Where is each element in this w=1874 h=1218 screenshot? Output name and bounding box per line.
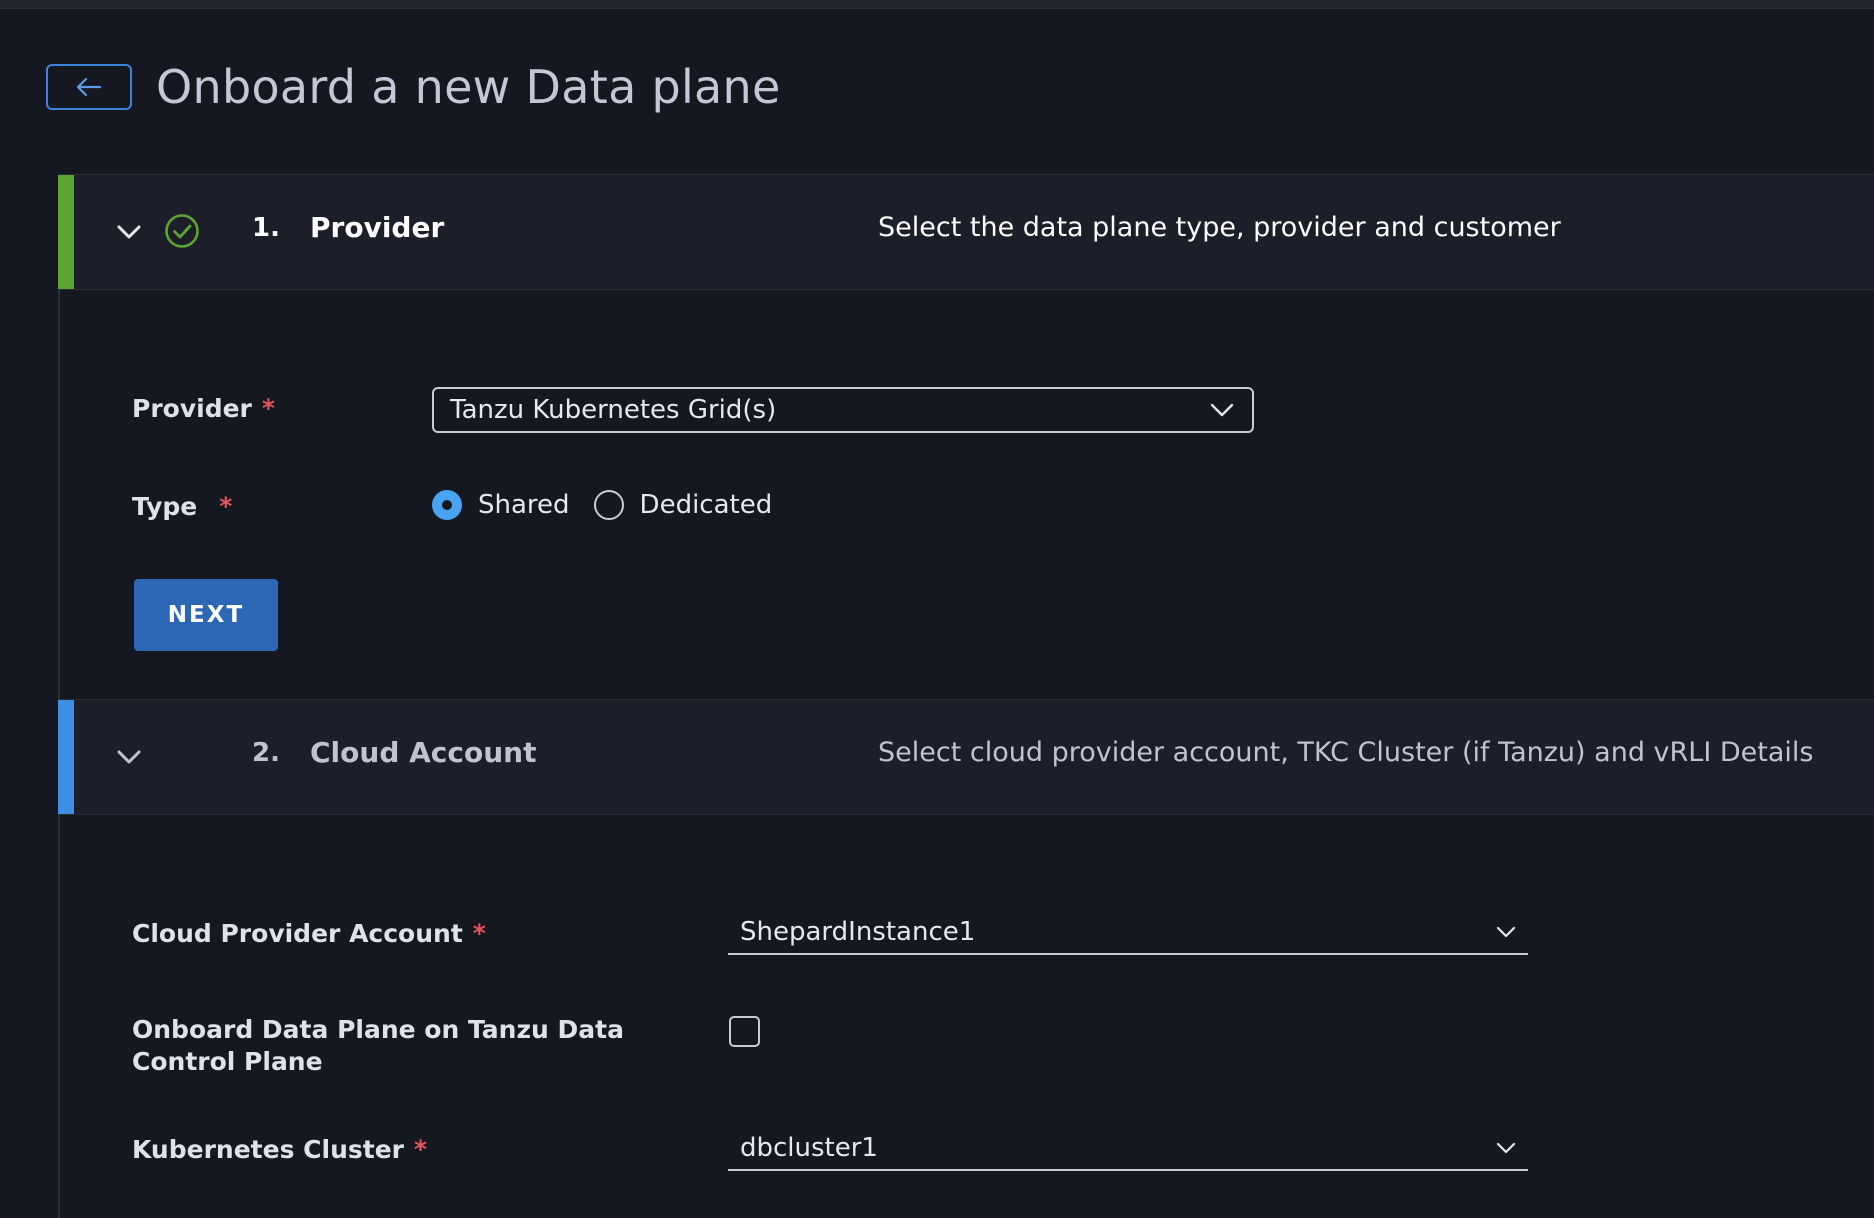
required-mark: * — [261, 394, 275, 423]
page: Onboard a new Data plane 1. Provider Sel… — [0, 0, 1874, 1218]
cloud-provider-account-label: Cloud Provider Account * — [132, 919, 486, 948]
radio-dedicated[interactable] — [593, 490, 624, 520]
chevron-down-icon — [1496, 1142, 1516, 1154]
chevron-down-icon — [1496, 926, 1516, 938]
cloud-provider-account-value: ShepardInstance1 — [740, 917, 976, 947]
kubernetes-cluster-select[interactable]: dbcluster1 — [728, 1127, 1528, 1171]
provider-select[interactable]: Tanzu Kubernetes Grid(s) — [432, 387, 1254, 433]
required-mark: * — [414, 1135, 428, 1164]
step-number: 1. — [252, 213, 280, 243]
kubernetes-cluster-label: Kubernetes Cluster * — [132, 1135, 428, 1164]
step-status-bar — [58, 175, 74, 289]
type-label: Type * — [132, 492, 233, 521]
step-header-cloud-account[interactable]: 2. Cloud Account Select cloud provider a… — [58, 699, 1874, 815]
step-header-provider[interactable]: 1. Provider Select the data plane type, … — [58, 174, 1874, 290]
onboard-tanzu-label: Onboard Data Plane on Tanzu Data Control… — [132, 1015, 624, 1076]
onboard-tanzu-checkbox[interactable] — [729, 1016, 760, 1047]
step-status-bar — [58, 700, 74, 814]
step-description: Select cloud provider account, TKC Clust… — [878, 737, 1814, 768]
next-button[interactable]: NEXT — [134, 579, 278, 651]
chevron-down-icon — [1210, 403, 1234, 417]
radio-shared[interactable] — [432, 490, 462, 520]
provider-select-value: Tanzu Kubernetes Grid(s) — [450, 395, 777, 425]
page-title: Onboard a new Data plane — [156, 60, 781, 114]
kubernetes-cluster-value: dbcluster1 — [740, 1133, 878, 1163]
step-title: Cloud Account — [310, 736, 537, 769]
top-bar — [0, 0, 1874, 9]
radio-dedicated-label[interactable]: Dedicated — [640, 490, 773, 520]
back-button[interactable] — [46, 64, 132, 110]
type-radio-group: Shared Dedicated — [432, 490, 796, 520]
required-mark: * — [472, 919, 486, 948]
required-mark: * — [219, 492, 233, 521]
check-circle-icon — [165, 214, 199, 248]
chevron-down-icon[interactable] — [114, 217, 144, 247]
step-title: Provider — [310, 211, 445, 244]
arrow-left-icon — [76, 77, 102, 97]
cloud-provider-account-select[interactable]: ShepardInstance1 — [728, 911, 1528, 955]
step-description: Select the data plane type, provider and… — [878, 212, 1561, 243]
step-number: 2. — [252, 738, 280, 768]
radio-shared-label[interactable]: Shared — [478, 490, 570, 520]
provider-label: Provider * — [132, 394, 275, 423]
chevron-down-icon[interactable] — [114, 742, 144, 772]
stepper: 1. Provider Select the data plane type, … — [58, 174, 1874, 1218]
page-header: Onboard a new Data plane — [46, 60, 781, 114]
